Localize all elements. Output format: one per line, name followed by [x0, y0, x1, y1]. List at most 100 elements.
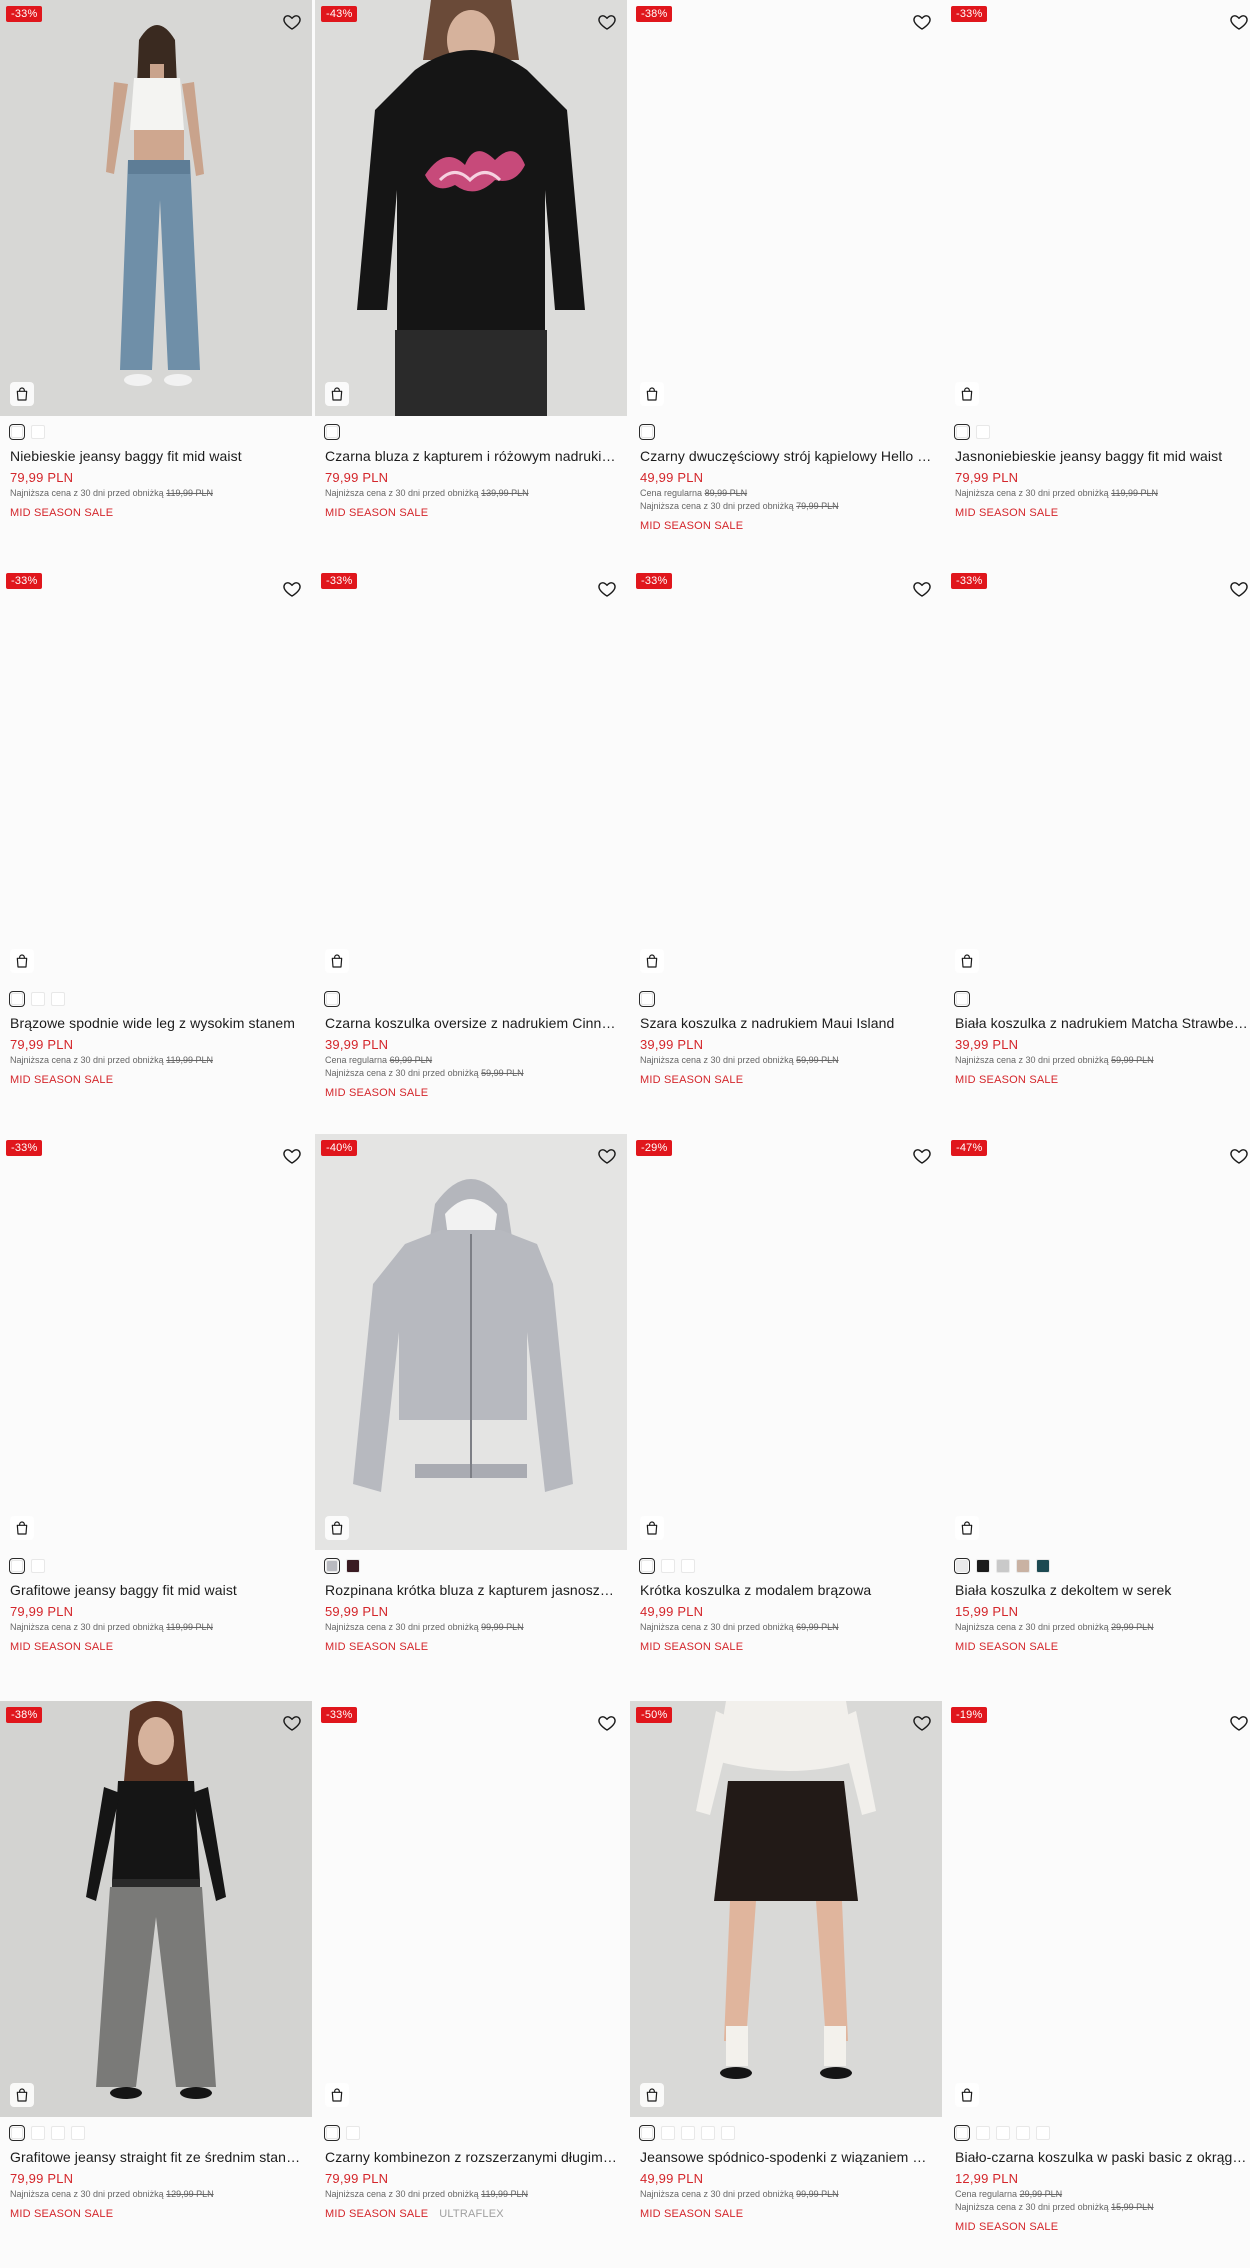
color-swatch[interactable] — [639, 424, 655, 440]
color-swatch[interactable] — [996, 2126, 1010, 2140]
heart-icon[interactable] — [597, 579, 617, 599]
product-image[interactable]: -29% — [630, 1134, 942, 1550]
color-swatch[interactable] — [324, 2125, 340, 2141]
color-swatch[interactable] — [31, 992, 45, 1006]
color-swatch[interactable] — [976, 2126, 990, 2140]
product-name[interactable]: Czarna bluza z kapturem i różowym nadruk… — [325, 448, 617, 464]
color-swatch[interactable] — [346, 2126, 360, 2140]
color-swatch[interactable] — [51, 992, 65, 1006]
product-name[interactable]: Biało-czarna koszulka w paski basic z ok… — [955, 2149, 1249, 2165]
heart-icon[interactable] — [597, 1713, 617, 1733]
heart-icon[interactable] — [597, 12, 617, 32]
heart-icon[interactable] — [282, 12, 302, 32]
heart-icon[interactable] — [912, 579, 932, 599]
heart-icon[interactable] — [282, 579, 302, 599]
heart-icon[interactable] — [912, 1713, 932, 1733]
shopping-bag-icon[interactable] — [325, 2083, 349, 2107]
color-swatch[interactable] — [681, 1559, 695, 1573]
product-name[interactable]: Czarna koszulka oversize z nadrukiem Cin… — [325, 1015, 617, 1031]
product-image[interactable]: -50% — [630, 1701, 942, 2117]
product-name[interactable]: Krótka koszulka z modalem brązowa — [640, 1582, 932, 1598]
color-swatch[interactable] — [954, 424, 970, 440]
product-image[interactable]: -33% — [630, 567, 942, 983]
shopping-bag-icon[interactable] — [640, 2083, 664, 2107]
product-image[interactable]: -43% — [315, 0, 627, 416]
product-image[interactable]: -33% — [315, 567, 627, 983]
color-swatch[interactable] — [1036, 1559, 1050, 1573]
shopping-bag-icon[interactable] — [640, 382, 664, 406]
heart-icon[interactable] — [282, 1146, 302, 1166]
product-name[interactable]: Rozpinana krótka bluza z kapturem jasnos… — [325, 1582, 617, 1598]
shopping-bag-icon[interactable] — [640, 1516, 664, 1540]
color-swatch[interactable] — [1016, 1559, 1030, 1573]
product-name[interactable]: Grafitowe jeansy baggy fit mid waist — [10, 1582, 302, 1598]
color-swatch[interactable] — [639, 1558, 655, 1574]
heart-icon[interactable] — [912, 12, 932, 32]
product-name[interactable]: Jeansowe spódnico-spodenki z wiązaniem c… — [640, 2149, 932, 2165]
color-swatch[interactable] — [954, 1558, 970, 1574]
color-swatch[interactable] — [31, 425, 45, 439]
product-card[interactable]: -33% Czarny kombinezon z rozszerzanymi d… — [315, 1701, 627, 2268]
shopping-bag-icon[interactable] — [10, 2083, 34, 2107]
shopping-bag-icon[interactable] — [640, 949, 664, 973]
color-swatch[interactable] — [639, 991, 655, 1007]
product-name[interactable]: Biała koszulka z dekoltem w serek — [955, 1582, 1249, 1598]
product-image[interactable]: -33% — [0, 0, 312, 416]
shopping-bag-icon[interactable] — [955, 949, 979, 973]
shopping-bag-icon[interactable] — [955, 2083, 979, 2107]
color-swatch[interactable] — [9, 424, 25, 440]
color-swatch[interactable] — [996, 1559, 1010, 1573]
heart-icon[interactable] — [1229, 1713, 1249, 1733]
color-swatch[interactable] — [31, 2126, 45, 2140]
color-swatch[interactable] — [51, 2126, 65, 2140]
shopping-bag-icon[interactable] — [955, 1516, 979, 1540]
color-swatch[interactable] — [976, 1559, 990, 1573]
product-name[interactable]: Biała koszulka z nadrukiem Matcha Strawb… — [955, 1015, 1249, 1031]
product-name[interactable]: Szara koszulka z nadrukiem Maui Island — [640, 1015, 932, 1031]
product-card[interactable]: -38% Czarny dwuczęściowy strój kąpielowy… — [630, 0, 942, 567]
shopping-bag-icon[interactable] — [10, 949, 34, 973]
product-card[interactable]: -33% Grafitowe jeansy baggy fit mid wais… — [0, 1134, 312, 1701]
product-card[interactable]: -33% Czarna koszulka oversize z nadrukie… — [315, 567, 627, 1134]
product-card[interactable]: -19% Biało-czarna koszulka w paski basic… — [945, 1701, 1250, 2268]
color-swatch[interactable] — [661, 2126, 675, 2140]
product-name[interactable]: Niebieskie jeansy baggy fit mid waist — [10, 448, 302, 464]
product-name[interactable]: Grafitowe jeansy straight fit ze średnim… — [10, 2149, 302, 2165]
heart-icon[interactable] — [1229, 1146, 1249, 1166]
product-name[interactable]: Czarny kombinezon z rozszerzanymi długim… — [325, 2149, 617, 2165]
color-swatch[interactable] — [346, 1559, 360, 1573]
color-swatch[interactable] — [639, 2125, 655, 2141]
heart-icon[interactable] — [1229, 12, 1249, 32]
heart-icon[interactable] — [282, 1713, 302, 1733]
product-card[interactable]: -47% Biała koszulka z dekoltem w serek 1… — [945, 1134, 1250, 1701]
heart-icon[interactable] — [1229, 579, 1249, 599]
color-swatch[interactable] — [9, 1558, 25, 1574]
product-card[interactable]: -33% Szara koszulka z nadrukiem Maui Isl… — [630, 567, 942, 1134]
color-swatch[interactable] — [9, 2125, 25, 2141]
color-swatch[interactable] — [976, 425, 990, 439]
product-card[interactable]: -40% Rozpinana krótka bluza z kapturem j… — [315, 1134, 627, 1701]
product-image[interactable]: -47% — [945, 1134, 1250, 1550]
product-card[interactable]: -29% Krótka koszulka z modalem brązowa 4… — [630, 1134, 942, 1701]
shopping-bag-icon[interactable] — [325, 382, 349, 406]
color-swatch[interactable] — [701, 2126, 715, 2140]
product-image[interactable]: -33% — [0, 1134, 312, 1550]
heart-icon[interactable] — [912, 1146, 932, 1166]
color-swatch[interactable] — [71, 2126, 85, 2140]
shopping-bag-icon[interactable] — [10, 1516, 34, 1540]
product-card[interactable]: -33% Niebieskie jeansy baggy fit mid wai… — [0, 0, 312, 567]
color-swatch[interactable] — [1016, 2126, 1030, 2140]
product-image[interactable]: -40% — [315, 1134, 627, 1550]
product-name[interactable]: Jasnoniebieskie jeansy baggy fit mid wai… — [955, 448, 1249, 464]
color-swatch[interactable] — [9, 991, 25, 1007]
product-name[interactable]: Czarny dwuczęściowy strój kąpielowy Hell… — [640, 448, 932, 464]
product-card[interactable]: -50% Jeansowe spódnico-spodenki z wiązan… — [630, 1701, 942, 2268]
color-swatch[interactable] — [31, 1559, 45, 1573]
product-name[interactable]: Brązowe spodnie wide leg z wysokim stane… — [10, 1015, 302, 1031]
heart-icon[interactable] — [597, 1146, 617, 1166]
shopping-bag-icon[interactable] — [10, 382, 34, 406]
color-swatch[interactable] — [324, 1558, 340, 1574]
product-card[interactable]: -43% Czarna bluza z kapturem i różowym n… — [315, 0, 627, 567]
color-swatch[interactable] — [324, 991, 340, 1007]
product-image[interactable]: -33% — [945, 0, 1250, 416]
